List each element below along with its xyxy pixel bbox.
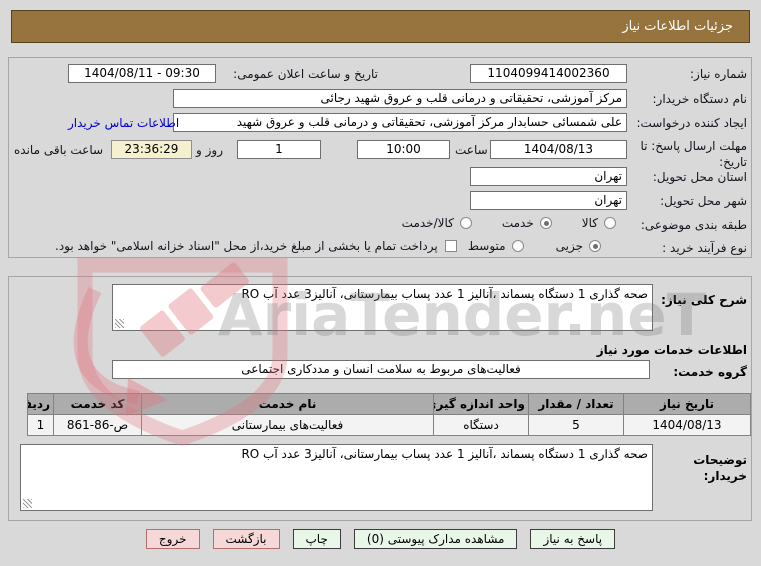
radio-option-medium[interactable]: متوسط (468, 239, 524, 253)
radio-option-goods[interactable]: کالا (582, 216, 616, 230)
radio-option-goods-service[interactable]: کالا/خدمت (402, 216, 472, 230)
cell-row-no: 1 (27, 414, 54, 436)
remaining-days-label: روز و (196, 143, 223, 157)
response-deadline-label: مهلت ارسال پاسخ: تا تاریخ: (640, 139, 747, 169)
service-group-label: گروه خدمت: (673, 365, 747, 379)
need-number-label: شماره نیاز: (690, 67, 747, 81)
announcement-datetime-field[interactable]: 1404/08/11 - 09:30 (68, 64, 216, 83)
cell-need-date: 1404/08/13 (623, 414, 751, 436)
delivery-province-field[interactable]: تهران (470, 167, 627, 186)
back-button[interactable]: بازگشت (212, 529, 280, 549)
services-table: تاریخ نیاز تعداد / مقدار واحد اندازه گیر… (27, 393, 751, 436)
cell-unit: دستگاه (433, 414, 529, 436)
cell-quantity: 5 (528, 414, 624, 436)
countdown-label: ساعت باقی مانده (14, 143, 104, 157)
print-button[interactable]: چاپ (292, 529, 341, 549)
buyer-notes-textarea[interactable]: صحه گذاری 1 دستگاه پسماند ،آنالیز 1 عدد … (20, 444, 653, 511)
need-number-field[interactable]: 1104099414002360 (470, 64, 627, 83)
treasury-checkbox[interactable] (444, 240, 457, 252)
treasury-checkbox-label: پرداخت تمام یا بخشی از مبلغ خرید،از محل … (55, 239, 438, 253)
view-attached-documents-button[interactable]: مشاهده مدارک پیوستی (0) (353, 529, 518, 549)
delivery-city-field[interactable]: تهران (470, 191, 627, 210)
radio-selected-icon[interactable] (589, 240, 601, 252)
deadline-time-label: ساعت (455, 143, 488, 157)
col-unit: واحد اندازه گیری (433, 393, 529, 415)
cell-service-name: فعالیت‌های بیمارستانی (141, 414, 434, 436)
col-service-name: نام خدمت (141, 393, 434, 415)
radio-icon[interactable] (459, 217, 472, 229)
buyer-org-label: نام دستگاه خریدار: (652, 92, 748, 106)
table-row[interactable]: 1404/08/13 5 دستگاه فعالیت‌های بیمارستان… (27, 414, 751, 436)
col-service-code: کد خدمت (53, 393, 142, 415)
general-description-label: شرح کلی نیاز: (661, 293, 747, 307)
services-table-header-row: تاریخ نیاز تعداد / مقدار واحد اندازه گیر… (27, 393, 751, 415)
radio-option-minor[interactable]: جزیی (556, 239, 601, 253)
radio-option-service[interactable]: خدمت (502, 216, 552, 230)
action-buttons: پاسخ به نیاز مشاهده مدارک پیوستی (0) چاپ… (0, 529, 761, 549)
buyer-contact-link[interactable]: اطلاعات تماس خریدار (68, 115, 179, 131)
purchase-process-options: جزیی متوسط (468, 239, 601, 253)
subject-classification-label: طبقه بندی موضوعی: (640, 218, 747, 232)
col-quantity: تعداد / مقدار (528, 393, 624, 415)
buyer-org-field[interactable]: مرکز آموزشی، تحقیقاتی و درمانی قلب و عرو… (173, 89, 627, 108)
radio-icon[interactable] (511, 240, 524, 252)
delivery-city-label: شهر محل تحویل: (660, 194, 747, 208)
cell-service-code: ص-86-861 (53, 414, 142, 436)
deadline-date-field[interactable]: 1404/08/13 (490, 140, 627, 159)
subject-classification-options: کالا خدمت کالا/خدمت (402, 216, 616, 230)
col-need-date: تاریخ نیاز (623, 393, 751, 415)
general-description-textarea[interactable]: صحه گذاری 1 دستگاه پسماند ،آنالیز 1 عدد … (112, 284, 653, 331)
services-section-title: اطلاعات خدمات مورد نیاز (596, 343, 747, 357)
page-title: جزئیات اطلاعات نیاز (11, 10, 750, 43)
buyer-notes-label: توضیحات خریدار: (693, 453, 747, 483)
remaining-days-field[interactable]: 1 (237, 140, 321, 159)
service-group-field[interactable]: فعالیت‌های مربوط به سلامت انسان و مددکار… (112, 360, 650, 379)
countdown-timer: 23:36:29 (111, 140, 192, 159)
col-row-no: ردیف (27, 393, 54, 415)
deadline-time-field[interactable]: 10:00 (357, 140, 450, 159)
purchase-process-type-label: نوع فرآیند خرید : (662, 241, 747, 255)
exit-button[interactable]: خروج (145, 529, 200, 549)
request-creator-field[interactable]: علی شمسائی حسابدار مرکز آموزشی، تحقیقاتی… (173, 113, 627, 132)
delivery-province-label: استان محل تحویل: (652, 170, 747, 184)
respond-to-need-button[interactable]: پاسخ به نیاز (530, 529, 616, 549)
need-details-page: جزئیات اطلاعات نیاز شماره نیاز: 11040994… (0, 0, 761, 566)
radio-selected-icon[interactable] (539, 217, 552, 229)
radio-icon[interactable] (604, 217, 616, 229)
treasury-checkbox-row: پرداخت تمام یا بخشی از مبلغ خرید،از محل … (55, 239, 457, 253)
announcement-datetime-label: تاریخ و ساعت اعلان عمومی: (233, 67, 378, 81)
request-creator-label: ایجاد کننده درخواست: (636, 116, 747, 130)
